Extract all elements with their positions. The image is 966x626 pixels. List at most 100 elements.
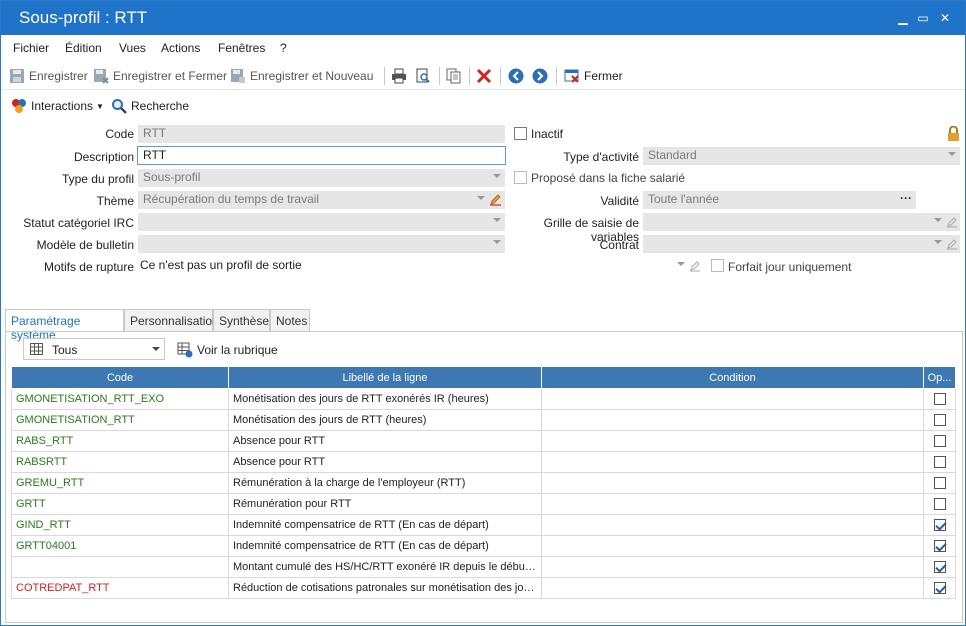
cell-condition[interactable]: [541, 535, 924, 557]
cell-label[interactable]: Absence pour RTT: [228, 451, 542, 473]
table-row[interactable]: GIND_RTT Indemnité compensatrice de RTT (…: [11, 514, 956, 536]
profile-type-select[interactable]: Sous-profil: [138, 169, 505, 187]
cell-condition[interactable]: [541, 430, 924, 452]
forfait-checkbox[interactable]: [711, 259, 724, 272]
print-button[interactable]: [391, 66, 411, 86]
previous-button[interactable]: [508, 66, 528, 86]
variables-grid-select[interactable]: [643, 213, 960, 231]
tab-notes[interactable]: Notes: [270, 309, 310, 331]
optional-checkbox[interactable]: [933, 519, 946, 532]
activity-type-select[interactable]: Standard: [643, 147, 960, 165]
cell-label[interactable]: Montant cumulé des HS/HC/RTT exonéré IR …: [228, 556, 542, 578]
table-row[interactable]: GMONETISATION_RTT Monétisation des jours …: [11, 409, 956, 431]
optional-checkbox[interactable]: [933, 456, 946, 469]
optional-checkbox[interactable]: [933, 582, 946, 595]
validity-field[interactable]: Toute l'année ···: [643, 191, 916, 209]
cell-condition[interactable]: [541, 388, 924, 410]
cell-code[interactable]: GRTT: [11, 493, 229, 515]
cell-condition[interactable]: [541, 451, 924, 473]
cell-code[interactable]: GMONETISATION_RTT_EXO: [11, 388, 229, 410]
more-options-icon[interactable]: ···: [900, 191, 912, 205]
table-row[interactable]: Montant cumulé des HS/HC/RTT exonéré IR …: [11, 556, 956, 578]
cell-code[interactable]: GMONETISATION_RTT: [11, 409, 229, 431]
proposed-checkbox[interactable]: [514, 171, 527, 184]
cell-condition[interactable]: [541, 472, 924, 494]
menu-actions[interactable]: Actions: [161, 41, 200, 55]
header-optional[interactable]: Op...: [923, 366, 956, 389]
delete-button[interactable]: [476, 66, 496, 86]
minimize-button[interactable]: ▁: [895, 10, 911, 26]
cell-code[interactable]: GRTT04001: [11, 535, 229, 557]
header-code[interactable]: Code: [11, 366, 229, 389]
cell-condition[interactable]: [541, 409, 924, 431]
cell-label[interactable]: Monétisation des jours de RTT (heures): [228, 409, 542, 431]
table-row[interactable]: GRTT Rémunération pour RTT: [11, 493, 956, 515]
optional-checkbox[interactable]: [933, 561, 946, 574]
table-row[interactable]: RABSRTT Absence pour RTT: [11, 451, 956, 473]
menu-help[interactable]: ?: [280, 41, 287, 55]
cell-code[interactable]: RABSRTT: [11, 451, 229, 473]
title-bar[interactable]: Sous-profil : RTT ▁ ▭ ✕: [1, 1, 965, 35]
cell-label[interactable]: Indemnité compensatrice de RTT (En cas d…: [228, 514, 542, 536]
table-row[interactable]: GMONETISATION_RTT_EXO Monétisation des jo…: [11, 388, 956, 410]
view-rubric-button[interactable]: Voir la rubrique: [177, 340, 278, 360]
copy-button[interactable]: [446, 66, 466, 86]
cell-condition[interactable]: [541, 556, 924, 578]
optional-checkbox[interactable]: [933, 393, 946, 406]
cell-condition[interactable]: [541, 514, 924, 536]
edit-pencil-icon[interactable]: [689, 260, 701, 272]
table-row[interactable]: COTREDPAT_RTT Réduction de cotisations pa…: [11, 577, 956, 599]
filter-select[interactable]: Tous: [23, 338, 165, 360]
optional-checkbox[interactable]: [933, 477, 946, 490]
save-close-button[interactable]: Enregistrer et Fermer: [93, 66, 227, 86]
description-input[interactable]: RTT: [137, 146, 506, 165]
cell-code[interactable]: RABS_RTT: [11, 430, 229, 452]
optional-checkbox[interactable]: [933, 498, 946, 511]
menu-edition[interactable]: Édition: [65, 41, 102, 55]
header-label[interactable]: Libellé de la ligne: [228, 366, 542, 389]
edit-pencil-icon[interactable]: [489, 193, 502, 206]
interactions-button[interactable]: Interactions ▼: [11, 96, 104, 116]
search-button[interactable]: Recherche: [111, 96, 189, 116]
cell-label[interactable]: Absence pour RTT: [228, 430, 542, 452]
table-row[interactable]: RABS_RTT Absence pour RTT: [11, 430, 956, 452]
menu-fenetres[interactable]: Fenêtres: [218, 41, 265, 55]
optional-checkbox[interactable]: [933, 540, 946, 553]
cell-label[interactable]: Réduction de cotisations patronales sur …: [228, 577, 542, 599]
optional-checkbox[interactable]: [933, 414, 946, 427]
cell-code[interactable]: GREMU_RTT: [11, 472, 229, 494]
table-row[interactable]: GREMU_RTT Rémunération à la charge de l'e…: [11, 472, 956, 494]
close-button[interactable]: Fermer: [564, 66, 623, 86]
menu-fichier[interactable]: Fichier: [13, 41, 49, 55]
optional-checkbox[interactable]: [933, 435, 946, 448]
cell-condition[interactable]: [541, 577, 924, 599]
save-button[interactable]: Enregistrer: [9, 66, 88, 86]
tab-personnalisation[interactable]: Personnalisation: [124, 309, 219, 331]
inactive-checkbox[interactable]: [514, 127, 527, 140]
next-button[interactable]: [532, 66, 552, 86]
table-row[interactable]: GRTT04001 Indemnité compensatrice de RTT …: [11, 535, 956, 557]
contract-select[interactable]: [643, 235, 960, 253]
rupture-reasons-field[interactable]: Ce n'est pas un profil de sortie: [138, 257, 703, 275]
cell-condition[interactable]: [541, 493, 924, 515]
cell-label[interactable]: Rémunération à la charge de l'employeur …: [228, 472, 542, 494]
theme-select[interactable]: Récupération du temps de travail: [138, 191, 505, 209]
bulletin-model-select[interactable]: [138, 235, 505, 253]
irc-status-select[interactable]: [138, 213, 505, 231]
cell-code[interactable]: COTREDPAT_RTT: [11, 577, 229, 599]
cell-code[interactable]: [11, 556, 229, 578]
edit-pencil-icon[interactable]: [946, 216, 958, 228]
cell-label[interactable]: Indemnité compensatrice de RTT (En cas d…: [228, 535, 542, 557]
tab-parametrage-systeme[interactable]: Paramétrage système: [5, 309, 124, 342]
cell-code[interactable]: GIND_RTT: [11, 514, 229, 536]
print-preview-button[interactable]: [415, 66, 435, 86]
cell-label[interactable]: Monétisation des jours de RTT exonérés I…: [228, 388, 542, 410]
tab-synthese[interactable]: Synthèse: [213, 309, 270, 331]
save-new-button[interactable]: Enregistrer et Nouveau: [230, 66, 373, 86]
edit-pencil-icon[interactable]: [946, 238, 958, 250]
close-window-button[interactable]: ✕: [937, 10, 953, 26]
header-condition[interactable]: Condition: [541, 366, 924, 389]
code-field[interactable]: RTT: [138, 125, 505, 143]
maximize-button[interactable]: ▭: [915, 10, 931, 26]
cell-label[interactable]: Rémunération pour RTT: [228, 493, 542, 515]
